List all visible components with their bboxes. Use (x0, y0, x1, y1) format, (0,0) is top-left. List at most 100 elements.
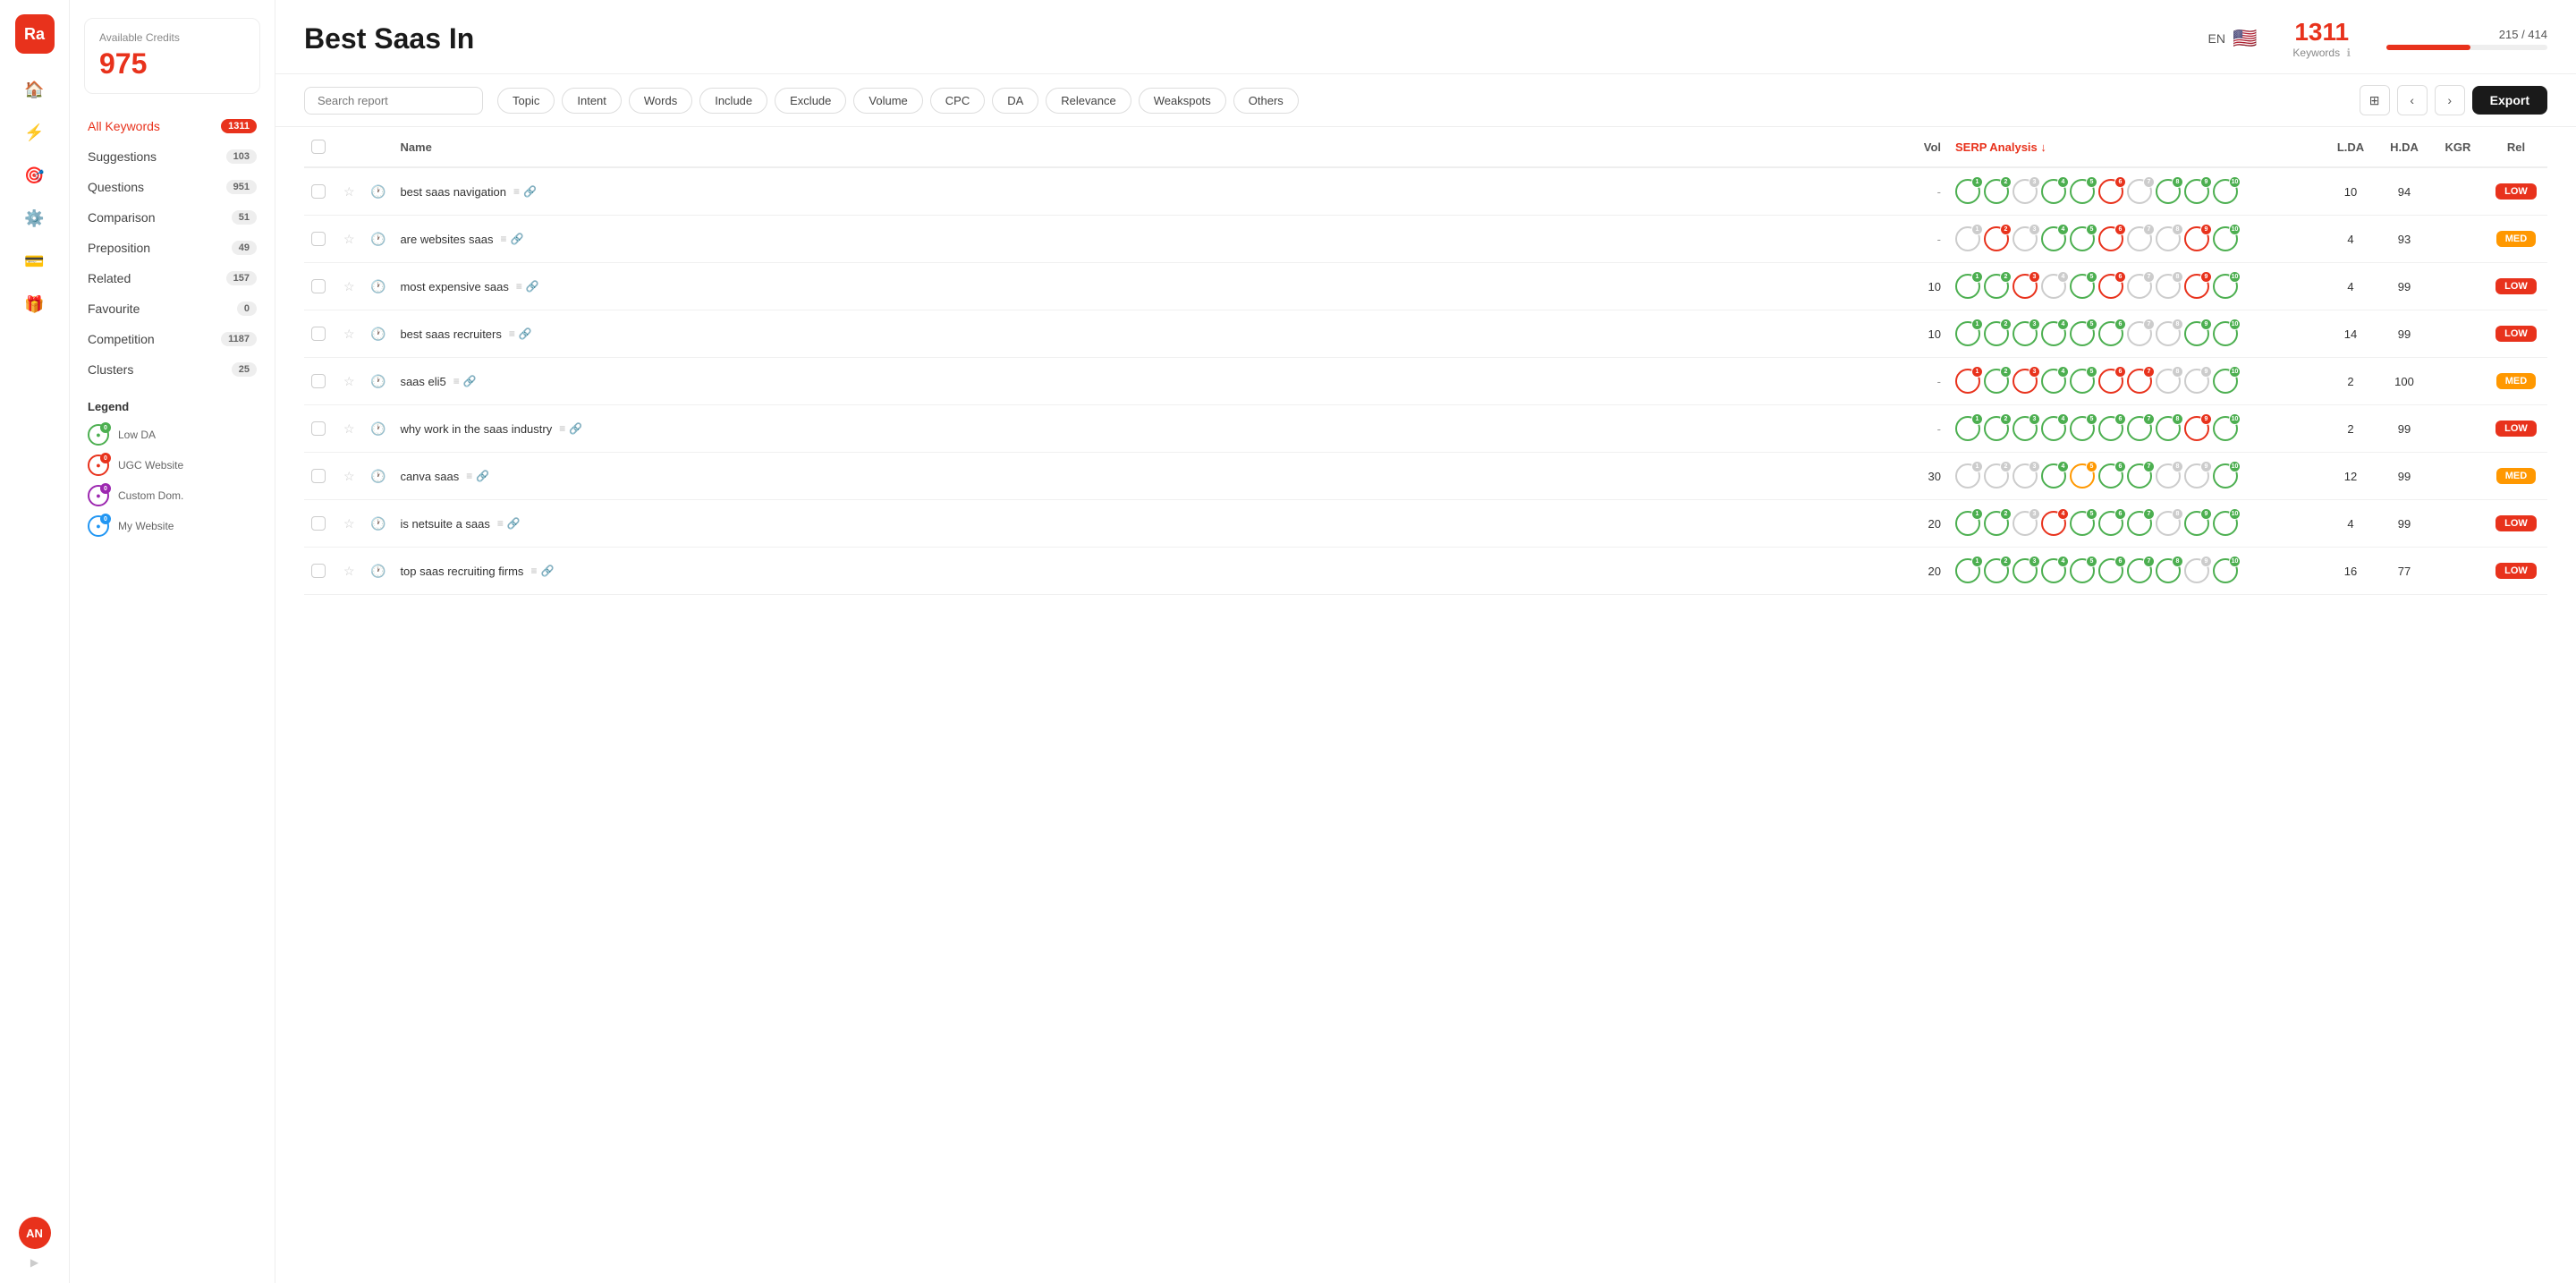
filter-words[interactable]: Words (629, 88, 692, 114)
link-icon[interactable]: 🔗 (540, 565, 554, 577)
filter-weakspots[interactable]: Weakspots (1139, 88, 1226, 114)
history-icon[interactable]: 🕐 (370, 374, 386, 388)
link-icon[interactable]: 🔗 (463, 375, 477, 387)
list-icon[interactable]: ≡ (453, 375, 460, 387)
nav-gift-icon[interactable]: 🎁 (17, 286, 53, 322)
sidebar-item-preposition[interactable]: Preposition 49 (77, 234, 267, 262)
filter-include[interactable]: Include (699, 88, 767, 114)
row-checkbox[interactable] (311, 232, 326, 246)
filter-relevance[interactable]: Relevance (1046, 88, 1131, 114)
filter-exclude[interactable]: Exclude (775, 88, 846, 114)
row-serp-cell: 1 2 3 4 5 6 7 8 9 10 (1948, 405, 2324, 453)
link-icon[interactable]: 🔗 (511, 233, 524, 245)
link-icon[interactable]: 🔗 (523, 185, 537, 198)
star-icon[interactable]: ☆ (343, 374, 355, 388)
filter-cpc[interactable]: CPC (930, 88, 985, 114)
sidebar-item-comparison[interactable]: Comparison 51 (77, 203, 267, 232)
serp-circle: 3 (2012, 274, 2038, 299)
list-icon[interactable]: ≡ (559, 422, 565, 435)
serp-circles: 1 2 3 4 5 6 7 8 9 10 (1955, 226, 2317, 251)
row-checkbox[interactable] (311, 564, 326, 578)
nav-card-icon[interactable]: 💳 (17, 243, 53, 279)
sidebar-item-all-keywords[interactable]: All Keywords 1311 (77, 112, 267, 140)
row-checkbox[interactable] (311, 184, 326, 199)
link-icon[interactable]: 🔗 (476, 470, 489, 482)
filter-intent[interactable]: Intent (562, 88, 622, 114)
list-icon[interactable]: ≡ (530, 565, 537, 577)
header: Best Saas In EN 🇺🇸 1311 Keywords ℹ 215 /… (275, 0, 2576, 74)
history-icon[interactable]: 🕐 (370, 327, 386, 341)
keyword-name: why work in the saas industry ≡ 🔗 (400, 422, 1887, 436)
star-icon[interactable]: ☆ (343, 564, 355, 578)
star-icon[interactable]: ☆ (343, 469, 355, 483)
serp-pos-badge: 4 (2057, 556, 2069, 567)
serp-circle: 7 (2127, 463, 2152, 489)
row-checkbox[interactable] (311, 421, 326, 436)
info-icon[interactable]: ℹ (2346, 47, 2351, 59)
history-icon[interactable]: 🕐 (370, 421, 386, 436)
filter-volume[interactable]: Volume (853, 88, 922, 114)
search-input[interactable] (304, 87, 483, 115)
row-checkbox[interactable] (311, 374, 326, 388)
sidebar-item-competition[interactable]: Competition 1187 (77, 325, 267, 353)
copy-icon-btn[interactable]: ⊞ (2360, 85, 2390, 115)
star-icon[interactable]: ☆ (343, 516, 355, 531)
sidebar-item-suggestions[interactable]: Suggestions 103 (77, 142, 267, 171)
history-icon[interactable]: 🕐 (370, 564, 386, 578)
filter-others[interactable]: Others (1233, 88, 1299, 114)
history-icon[interactable]: 🕐 (370, 279, 386, 293)
link-icon[interactable]: 🔗 (507, 517, 521, 530)
row-checkbox[interactable] (311, 327, 326, 341)
user-avatar[interactable]: AN (19, 1217, 51, 1249)
star-icon[interactable]: ☆ (343, 279, 355, 293)
legend-icon-low-da: ● 0 (88, 424, 109, 446)
export-button[interactable]: Export (2472, 86, 2547, 115)
list-icon[interactable]: ≡ (516, 280, 522, 293)
sidebar-item-related[interactable]: Related 157 (77, 264, 267, 293)
nav-bolt-icon[interactable]: ⚡ (17, 115, 53, 150)
star-icon[interactable]: ☆ (343, 232, 355, 246)
serp-circle: 10 (2213, 463, 2238, 489)
serp-pos-badge: 9 (2200, 413, 2212, 425)
row-hist-cell: 🕐 (363, 405, 393, 453)
history-icon[interactable]: 🕐 (370, 232, 386, 246)
list-icon[interactable]: ≡ (509, 327, 515, 340)
filter-topic[interactable]: Topic (497, 88, 555, 114)
prev-icon-btn[interactable]: ‹ (2397, 85, 2428, 115)
row-checkbox[interactable] (311, 469, 326, 483)
hda-value: 99 (2398, 422, 2411, 436)
star-icon[interactable]: ☆ (343, 327, 355, 341)
nav-bar: Ra 🏠 ⚡ 🎯 ⚙️ 💳 🎁 AN ▶ (0, 0, 70, 1283)
list-icon[interactable]: ≡ (466, 470, 472, 482)
col-serp[interactable]: SERP Analysis ↓ (1948, 127, 2324, 167)
select-all-checkbox[interactable] (311, 140, 326, 154)
nav-home-icon[interactable]: 🏠 (17, 72, 53, 107)
col-checkbox (304, 127, 336, 167)
star-icon[interactable]: ☆ (343, 421, 355, 436)
row-checkbox[interactable] (311, 279, 326, 293)
star-icon[interactable]: ☆ (343, 184, 355, 199)
row-checkbox-cell (304, 216, 336, 263)
link-icon[interactable]: 🔗 (519, 327, 532, 340)
row-checkbox[interactable] (311, 516, 326, 531)
sidebar-item-favourite[interactable]: Favourite 0 (77, 294, 267, 323)
nav-expand-icon[interactable]: ▶ (30, 1256, 38, 1269)
list-icon[interactable]: ≡ (497, 517, 504, 530)
history-icon[interactable]: 🕐 (370, 516, 386, 531)
link-icon[interactable]: 🔗 (526, 280, 539, 293)
sidebar-item-questions[interactable]: Questions 951 (77, 173, 267, 201)
nav-settings-icon[interactable]: ⚙️ (17, 200, 53, 236)
filter-da[interactable]: DA (992, 88, 1038, 114)
row-hda-cell: 99 (2377, 500, 2431, 548)
list-icon[interactable]: ≡ (513, 185, 520, 198)
sidebar-item-clusters[interactable]: Clusters 25 (77, 355, 267, 384)
nav-target-icon[interactable]: 🎯 (17, 157, 53, 193)
serp-pos-badge: 5 (2086, 461, 2097, 472)
next-icon-btn[interactable]: › (2435, 85, 2465, 115)
list-icon[interactable]: ≡ (501, 233, 507, 245)
app-logo[interactable]: Ra (15, 14, 55, 54)
history-icon[interactable]: 🕐 (370, 469, 386, 483)
serp-circles: 1 2 3 4 5 6 7 8 9 10 (1955, 321, 2317, 346)
link-icon[interactable]: 🔗 (569, 422, 582, 435)
history-icon[interactable]: 🕐 (370, 184, 386, 199)
